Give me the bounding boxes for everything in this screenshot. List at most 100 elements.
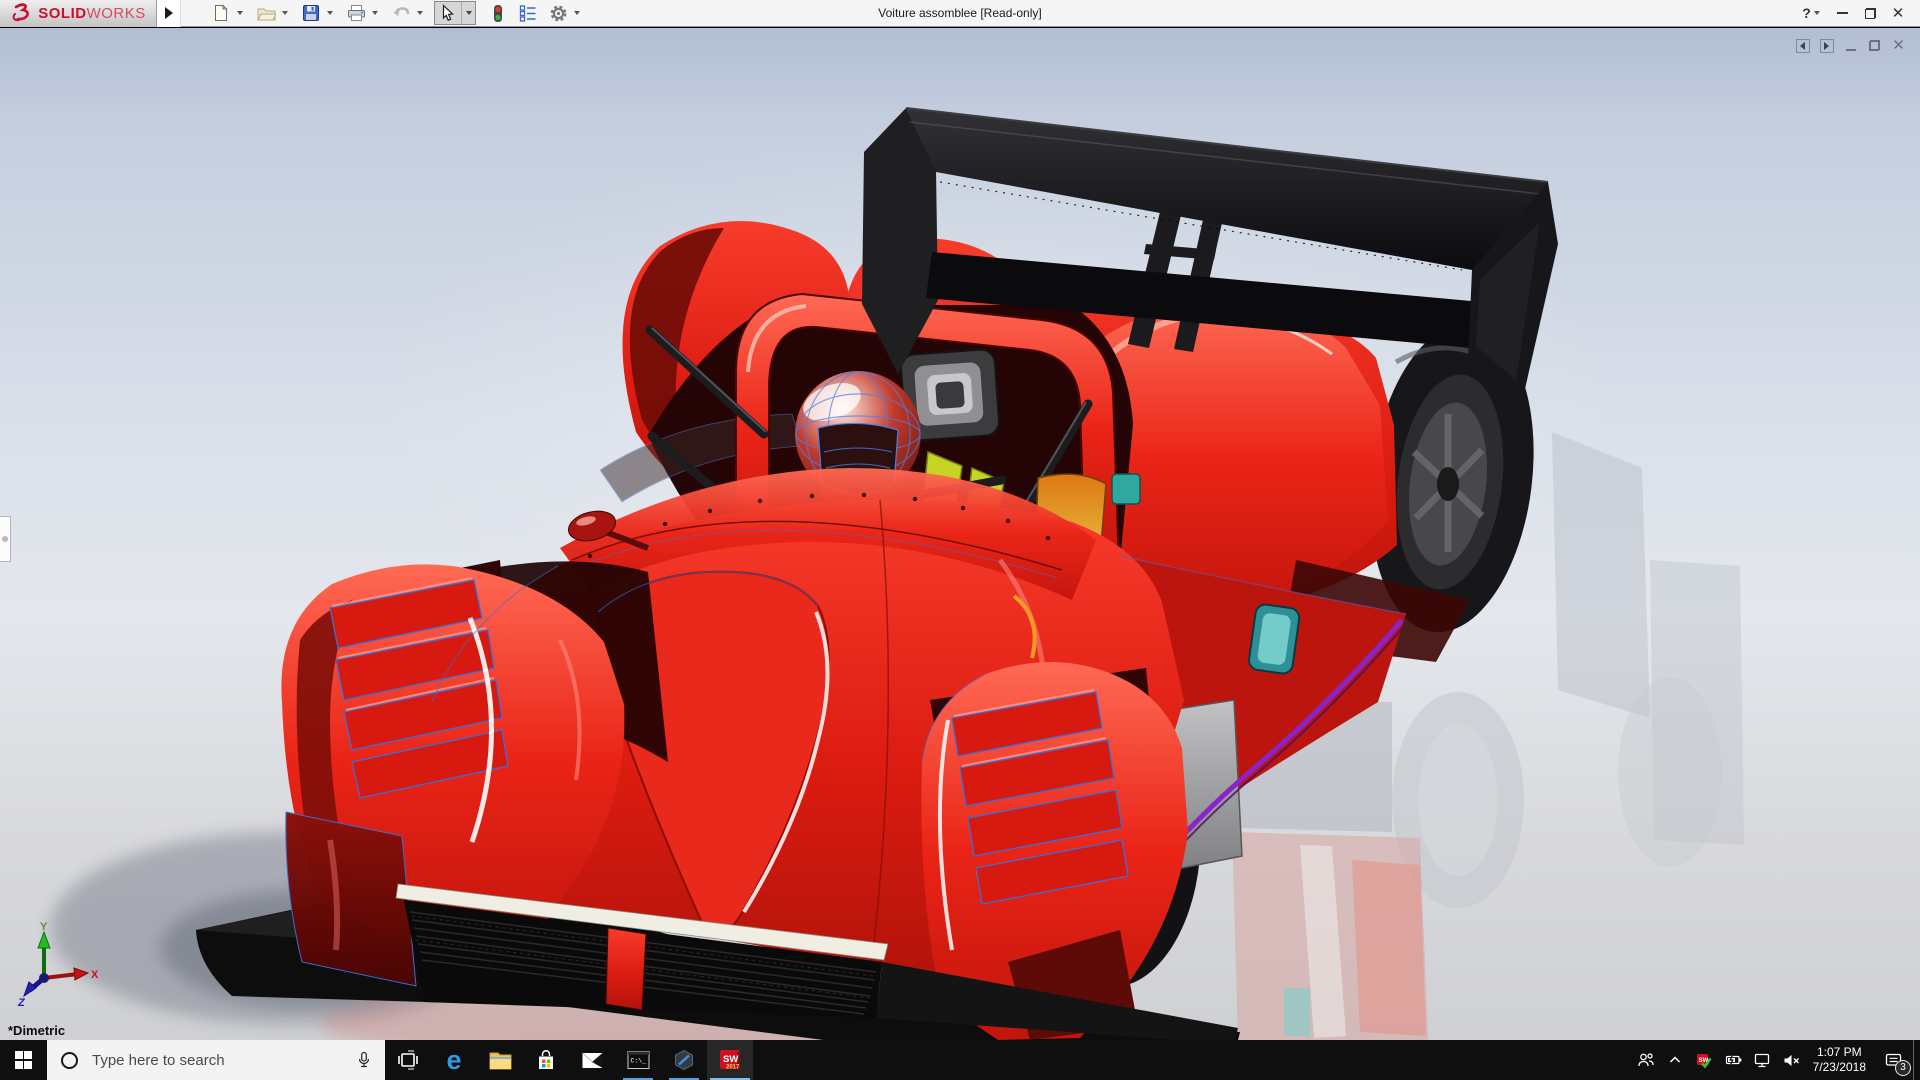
undo-icon <box>392 5 411 22</box>
taskbar: Type here to search e <box>0 1040 1920 1080</box>
window-title: Voiture assomblee [Read-only] <box>878 0 1041 27</box>
print-button[interactable] <box>344 2 368 25</box>
options-button[interactable] <box>546 2 570 25</box>
action-center-button[interactable]: 3 <box>1873 1040 1913 1080</box>
command-prompt-icon: C:\_ <box>626 1049 651 1071</box>
print-dropdown[interactable] <box>368 2 381 25</box>
windows-logo-icon <box>15 1051 33 1069</box>
select-cursor-icon <box>440 4 456 22</box>
mail-icon <box>580 1049 605 1071</box>
print-icon <box>347 4 366 22</box>
feature-pane-collapsed-tab[interactable] <box>0 516 11 562</box>
graphics-viewport[interactable]: ✕ Y X Z *Dimetric <box>0 28 1920 1040</box>
options-dropdown[interactable] <box>570 2 583 25</box>
cortana-icon <box>61 1052 78 1069</box>
hexagon-app-icon <box>672 1048 696 1072</box>
solidworks-logo: SOLIDWORKS <box>0 0 157 27</box>
file-properties-button[interactable] <box>516 2 540 25</box>
network-icon <box>1753 1052 1771 1068</box>
taskbar-apps: e <box>385 1040 753 1080</box>
next-window-button[interactable] <box>1819 38 1834 53</box>
new-document-button[interactable] <box>209 2 233 25</box>
taskbar-app-edge[interactable]: e <box>431 1040 477 1080</box>
show-desktop-button[interactable] <box>1913 1040 1920 1080</box>
battery-icon <box>1724 1053 1743 1067</box>
help-button[interactable]: ? <box>1794 0 1828 26</box>
logo-text-works: WORKS <box>87 5 146 22</box>
triad-y-label: Y <box>40 922 48 933</box>
task-view-icon <box>396 1048 420 1072</box>
taskbar-search[interactable]: Type here to search <box>47 1040 385 1080</box>
document-close-button[interactable]: ✕ <box>1891 38 1906 53</box>
dassault-3ds-mark-icon <box>10 2 34 24</box>
menu-flyout-button[interactable] <box>157 0 181 27</box>
clock-time: 1:07 PM <box>1817 1045 1862 1060</box>
solidworks-2017-icon: SW 2017 <box>717 1047 743 1073</box>
screen: SOLIDWORKS <box>0 0 1920 1080</box>
previous-window-icon <box>1800 42 1805 50</box>
document-minimize-button[interactable] <box>1843 38 1858 53</box>
previous-window-button[interactable] <box>1795 38 1810 53</box>
side-pod-duct <box>1248 603 1301 674</box>
hidden-icons-chevron-icon <box>1668 1054 1682 1066</box>
save-icon <box>302 4 320 22</box>
undo-button[interactable] <box>389 2 413 25</box>
minimize-icon <box>1846 49 1856 51</box>
hidden-icons-button[interactable] <box>1661 1040 1690 1080</box>
new-document-dropdown[interactable] <box>233 2 246 25</box>
close-icon: ✕ <box>1892 38 1905 53</box>
taskbar-app-command-prompt[interactable]: C:\_ <box>615 1040 661 1080</box>
help-icon: ? <box>1802 5 1811 21</box>
document-restore-button[interactable] <box>1867 38 1882 53</box>
microphone-icon[interactable] <box>355 1051 373 1069</box>
restore-icon <box>1869 40 1880 51</box>
taskbar-app-mail[interactable] <box>569 1040 615 1080</box>
select-tool-dropdown[interactable] <box>461 2 475 24</box>
sw-icon-year: 2017 <box>726 1065 740 1071</box>
volume-button[interactable] <box>1777 1040 1806 1080</box>
command-prompt-text: C:\_ <box>630 1058 646 1065</box>
select-tool-group <box>434 1 476 25</box>
next-window-icon <box>1824 42 1829 50</box>
cockpit-teal-duct <box>1112 474 1140 504</box>
volume-muted-icon <box>1782 1053 1801 1068</box>
minimize-button[interactable] <box>1828 0 1856 26</box>
save-dropdown[interactable] <box>323 2 336 25</box>
help-dropdown-icon <box>1814 11 1820 15</box>
start-button[interactable] <box>0 1040 47 1080</box>
rebuild-button[interactable] <box>486 2 510 25</box>
model-render <box>0 28 1920 1040</box>
restore-button[interactable] <box>1856 0 1884 26</box>
open-icon <box>257 5 276 22</box>
taskbar-app-microsoft-store[interactable] <box>523 1040 569 1080</box>
undo-dropdown[interactable] <box>413 2 426 25</box>
taskbar-clock[interactable]: 1:07 PM 7/23/2018 <box>1806 1040 1873 1080</box>
file-properties-icon <box>519 4 537 22</box>
taskbar-app-task-view[interactable] <box>385 1040 431 1080</box>
options-gear-icon <box>549 4 568 23</box>
triad-z-label: Z <box>17 997 26 1008</box>
close-button[interactable]: ✕ <box>1884 0 1912 26</box>
solidworks-status-button[interactable]: SW <box>1690 1040 1719 1080</box>
people-button[interactable] <box>1632 1040 1661 1080</box>
search-placeholder: Type here to search <box>92 1052 355 1069</box>
open-dropdown[interactable] <box>278 2 291 25</box>
battery-button[interactable] <box>1719 1040 1748 1080</box>
system-tray: SW <box>1632 1040 1920 1080</box>
network-button[interactable] <box>1748 1040 1777 1080</box>
restore-icon <box>1865 8 1876 19</box>
people-icon <box>1637 1052 1655 1068</box>
close-icon: ✕ <box>1892 6 1905 21</box>
select-tool-button[interactable] <box>435 2 461 25</box>
window-controls: ? ✕ <box>1794 0 1920 26</box>
taskbar-app-file-explorer[interactable] <box>477 1040 523 1080</box>
taskbar-app-solidworks[interactable]: SW 2017 <box>707 1040 753 1080</box>
taskbar-app-hexagon[interactable] <box>661 1040 707 1080</box>
notification-badge: 3 <box>1895 1060 1911 1076</box>
file-explorer-icon <box>488 1049 513 1071</box>
open-button[interactable] <box>254 2 278 25</box>
save-button[interactable] <box>299 2 323 25</box>
sw-icon-text: SW <box>723 1054 738 1065</box>
left-fender-endplate <box>286 812 416 986</box>
view-orientation-label: *Dimetric <box>8 1023 65 1038</box>
